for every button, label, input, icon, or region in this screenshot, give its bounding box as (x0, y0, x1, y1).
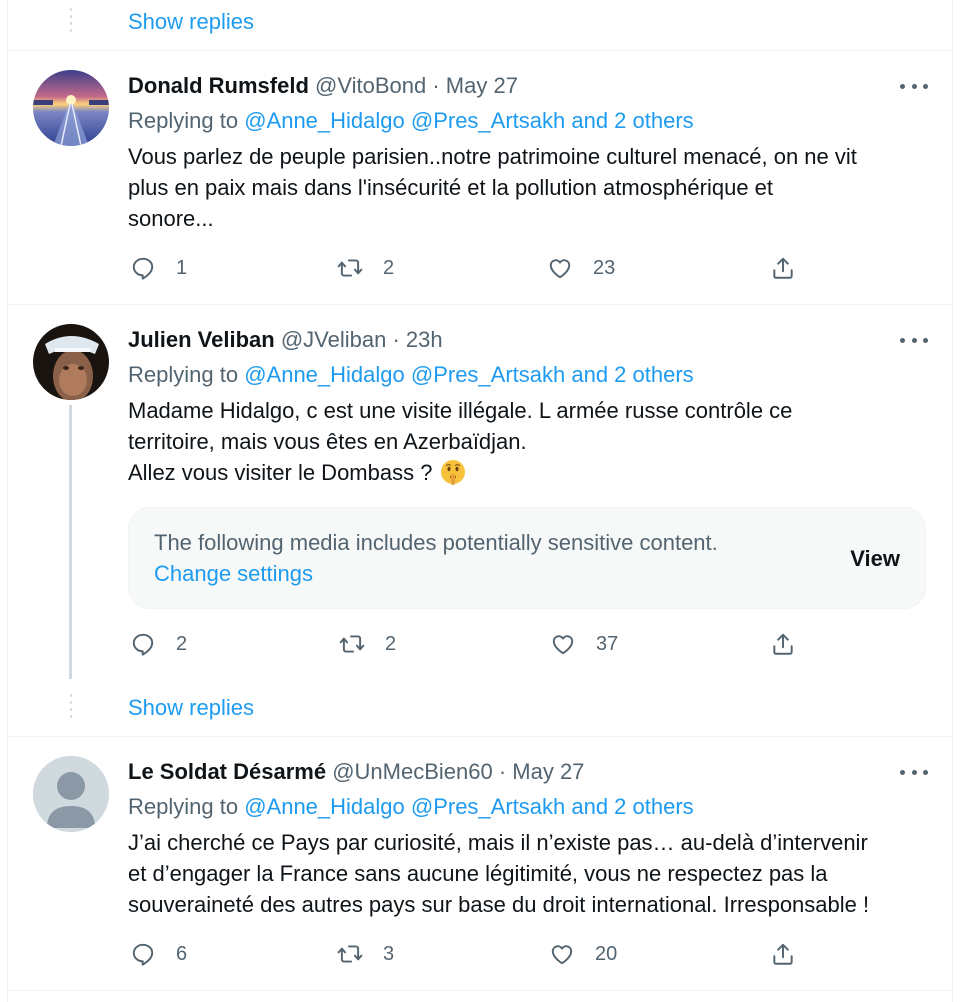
replying-prefix: Replying to (128, 794, 239, 819)
left-border (7, 0, 8, 1002)
replying-prefix: Replying to (128, 108, 239, 133)
avatar[interactable] (33, 324, 109, 400)
sensitive-message: The following media includes potentially… (154, 530, 718, 555)
change-settings-link[interactable]: Change settings (154, 561, 313, 587)
replying-targets-link[interactable]: @Anne_Hidalgo @Pres_Artsakh and 2 others (244, 794, 693, 819)
replying-to: Replying to @Anne_Hidalgo @Pres_Artsakh … (128, 793, 694, 821)
author-meta[interactable]: @UnMecBien60 · May 27 (332, 759, 584, 784)
like-count: 37 (596, 632, 619, 655)
retweet-count: 3 (383, 942, 395, 965)
retweet-icon (339, 635, 365, 653)
right-border (952, 0, 953, 1002)
replying-prefix: Replying to (128, 362, 239, 387)
tweet-text-line: plus en paix mais dans l'insécurité et l… (128, 175, 774, 200)
tweet-header: Donald Rumsfeld @VitoBond · May 27 (128, 72, 518, 100)
tweet-text-segment: Allez vous visiter le Dombass ? (128, 460, 433, 485)
like-button[interactable]: 20 (549, 941, 617, 967)
share-icon (773, 257, 793, 279)
reply-icon (132, 943, 154, 966)
tweet-actions: 6 3 20 (128, 941, 808, 971)
tweet-header: Julien Veliban @JVeliban · 23h (128, 326, 443, 354)
tweet-text-line: territoire, mais vous êtes en Azerbaïdja… (128, 429, 527, 454)
share-icon (773, 943, 793, 965)
thread-dots (70, 694, 72, 722)
tweet-text-line: Madame Hidalgo, c est une visite illégal… (128, 398, 793, 423)
tweet-actions: 1 2 23 (128, 255, 808, 285)
share-button[interactable] (770, 255, 796, 281)
author-name[interactable]: Donald Rumsfeld (128, 73, 309, 98)
sensitive-media-notice: The following media includes potentially… (128, 507, 926, 609)
tweet-text-line: et d’engager la France sans aucune légit… (128, 861, 828, 886)
replying-to: Replying to @Anne_Hidalgo @Pres_Artsakh … (128, 107, 694, 135)
like-button[interactable]: 37 (550, 631, 618, 657)
author-meta[interactable]: @JVeliban · 23h (281, 327, 443, 352)
thread-line (69, 405, 72, 679)
separator (7, 50, 953, 51)
replying-to: Replying to @Anne_Hidalgo @Pres_Artsakh … (128, 361, 694, 389)
like-count: 23 (593, 256, 616, 279)
like-button[interactable]: 23 (547, 255, 615, 281)
tweet-text: Madame Hidalgo, c est une visite illégal… (128, 395, 938, 488)
separator (7, 736, 953, 737)
reply-count: 2 (176, 632, 188, 655)
retweet-count: 2 (383, 256, 395, 279)
tweet-text: Vous parlez de peuple parisien..notre pa… (128, 141, 938, 234)
show-replies-link[interactable]: Show replies (128, 695, 254, 721)
tweet-header: Le Soldat Désarmé @UnMecBien60 · May 27 (128, 758, 584, 786)
retweet-icon (337, 259, 363, 277)
reply-button[interactable]: 2 (130, 631, 187, 657)
separator (7, 990, 953, 991)
replying-targets-link[interactable]: @Anne_Hidalgo @Pres_Artsakh and 2 others (244, 362, 693, 387)
tweet-text-line: souveraineté des autres pays sur base du… (128, 892, 870, 917)
more-icon[interactable] (900, 762, 928, 782)
more-icon[interactable] (900, 76, 928, 96)
like-count: 20 (595, 942, 618, 965)
thread-dots (70, 8, 72, 36)
reply-button[interactable]: 1 (130, 255, 187, 281)
avatar[interactable] (33, 70, 109, 146)
share-icon (773, 633, 793, 655)
retweet-button[interactable]: 3 (337, 941, 394, 967)
author-name[interactable]: Julien Veliban (128, 327, 275, 352)
share-button[interactable] (770, 941, 796, 967)
reply-icon (132, 257, 154, 280)
reply-icon (132, 633, 154, 656)
retweet-button[interactable]: 2 (339, 631, 396, 657)
like-icon (551, 945, 573, 965)
show-replies-link[interactable]: Show replies (128, 9, 254, 35)
tweet-text: J’ai cherché ce Pays par curiosité, mais… (128, 827, 938, 920)
share-button[interactable] (770, 631, 796, 657)
tweet-text-line: Allez vous visiter le Dombass ? (128, 457, 938, 488)
retweet-icon (337, 945, 363, 963)
tweet-text-line: sonore... (128, 206, 214, 231)
author-name[interactable]: Le Soldat Désarmé (128, 759, 326, 784)
like-icon (549, 259, 571, 279)
author-meta[interactable]: @VitoBond · May 27 (315, 73, 518, 98)
reply-button[interactable]: 6 (130, 941, 187, 967)
retweet-count: 2 (385, 632, 397, 655)
like-icon (552, 635, 574, 655)
reply-count: 1 (176, 256, 188, 279)
replying-targets-link[interactable]: @Anne_Hidalgo @Pres_Artsakh and 2 others (244, 108, 693, 133)
more-icon[interactable] (900, 330, 928, 350)
retweet-button[interactable]: 2 (337, 255, 394, 281)
shushing-face-emoji (439, 458, 467, 486)
tweet-actions: 2 2 37 (128, 631, 808, 661)
reply-count: 6 (176, 942, 188, 965)
tweet-text-line: J’ai cherché ce Pays par curiosité, mais… (128, 830, 868, 855)
separator (7, 304, 953, 305)
tweet-text-line: Vous parlez de peuple parisien..notre pa… (128, 144, 857, 169)
view-button[interactable]: View (850, 546, 900, 572)
avatar[interactable] (33, 756, 109, 832)
